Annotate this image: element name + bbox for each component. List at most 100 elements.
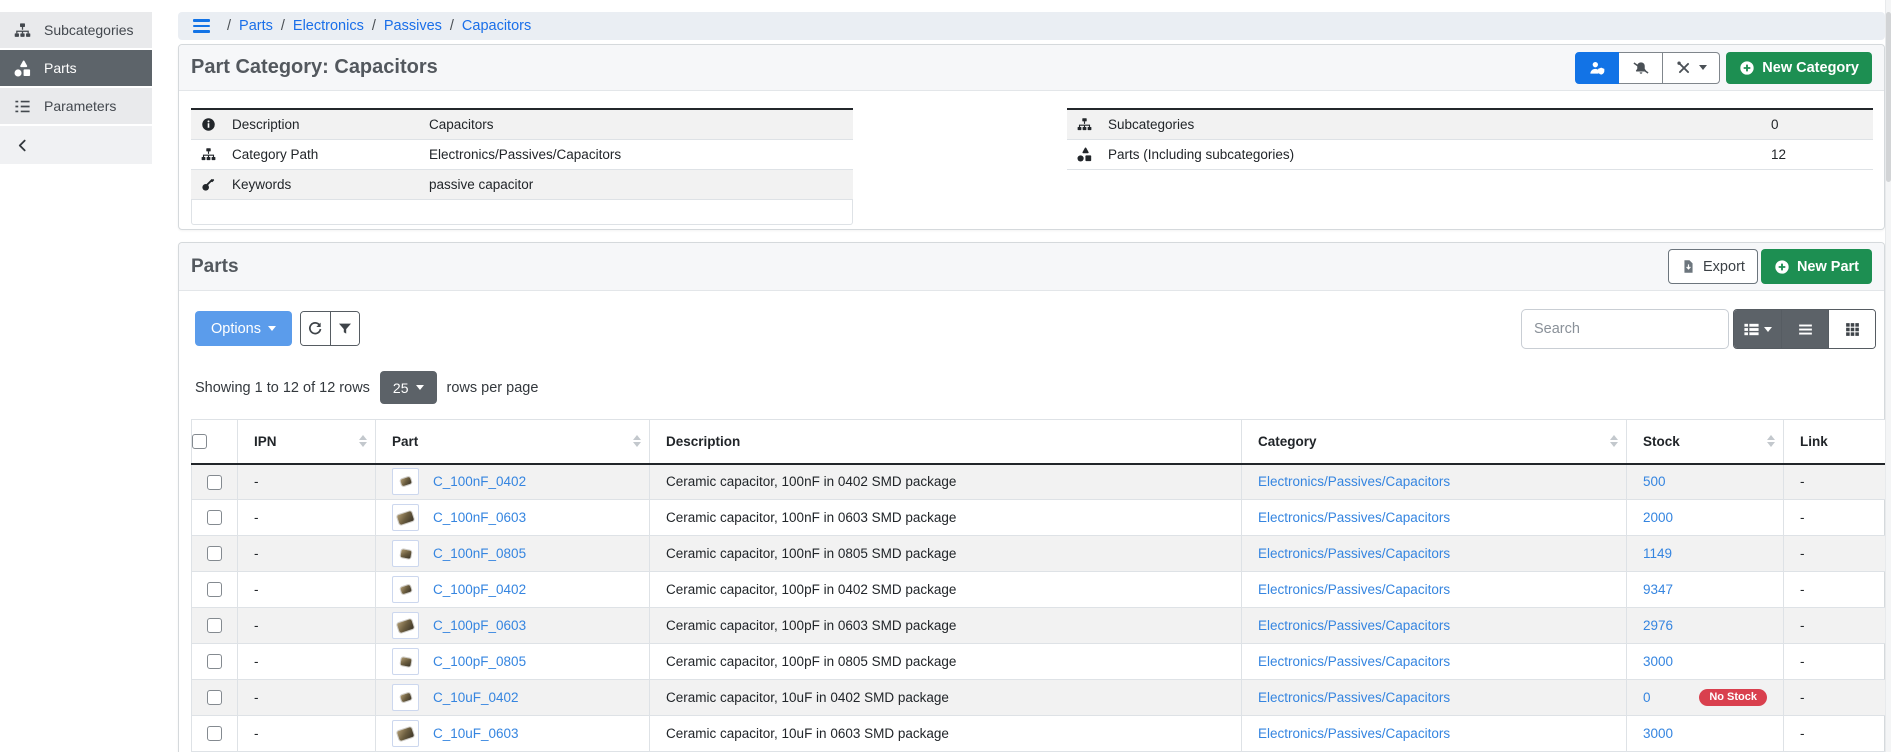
user-shield-icon <box>1589 60 1605 76</box>
shapes-icon <box>1077 147 1095 162</box>
stock-link[interactable]: 500 <box>1643 474 1666 489</box>
parts-table: IPN Part Description Category <box>191 419 1887 752</box>
category-link[interactable]: Electronics/Passives/Capacitors <box>1258 618 1450 633</box>
part-thumbnail <box>392 648 419 675</box>
breadcrumb-separator: / <box>281 18 285 34</box>
pagination-summary: Showing 1 to 12 of 12 rows <box>195 380 370 396</box>
part-cell: C_100pF_0805 <box>376 644 650 680</box>
list-icon <box>1797 321 1814 338</box>
page-title: Part Category: Capacitors <box>191 56 438 79</box>
breadcrumb-link-passives[interactable]: Passives <box>384 18 442 34</box>
page-size-dropdown[interactable]: 25 <box>380 371 437 404</box>
column-header-link[interactable]: Link <box>1784 420 1887 464</box>
ipn-cell: - <box>238 680 376 716</box>
category-link[interactable]: Electronics/Passives/Capacitors <box>1258 510 1450 525</box>
sidebar-collapse-button[interactable] <box>0 126 152 164</box>
row-checkbox[interactable] <box>207 510 222 525</box>
category-cell: Electronics/Passives/Capacitors <box>1242 536 1627 572</box>
options-dropdown-button[interactable]: Options <box>195 311 292 346</box>
column-header-stock[interactable]: Stock <box>1627 420 1784 464</box>
part-link[interactable]: C_100pF_0603 <box>433 618 526 633</box>
row-checkbox[interactable] <box>207 690 222 705</box>
table-row: - C_100nF_0805 Ceramic capacitor, 100nF … <box>192 536 1887 572</box>
detail-row-description: Description Capacitors <box>191 110 853 140</box>
select-all-header <box>192 420 238 464</box>
table-row: - C_100nF_0402 Ceramic capacitor, 100nF … <box>192 464 1887 500</box>
category-link[interactable]: Electronics/Passives/Capacitors <box>1258 726 1450 741</box>
row-checkbox[interactable] <box>207 582 222 597</box>
detail-row-subcategories: Subcategories 0 <box>1067 110 1873 140</box>
detail-row-empty <box>191 200 853 225</box>
unsubscribe-button[interactable] <box>1619 52 1663 84</box>
shapes-icon <box>14 60 31 77</box>
column-header-category[interactable]: Category <box>1242 420 1627 464</box>
admin-view-button[interactable] <box>1575 52 1619 84</box>
breadcrumb-link-parts[interactable]: Parts <box>239 18 273 34</box>
link-cell: - <box>1784 464 1887 500</box>
grid-view-button[interactable] <box>1828 310 1875 348</box>
breadcrumb-link-electronics[interactable]: Electronics <box>293 18 364 34</box>
new-category-button[interactable]: New Category <box>1726 52 1872 84</box>
sidebar-item-parameters[interactable]: Parameters <box>0 88 152 124</box>
part-link[interactable]: C_100nF_0603 <box>433 510 526 525</box>
refresh-filter-group <box>300 311 360 346</box>
part-thumbnail <box>392 684 419 711</box>
sort-icon <box>359 435 367 447</box>
stock-link[interactable]: 1149 <box>1643 546 1672 561</box>
info-circle-icon <box>201 117 219 132</box>
row-checkbox[interactable] <box>207 475 222 490</box>
select-all-checkbox[interactable] <box>192 434 207 449</box>
part-link[interactable]: C_100nF_0805 <box>433 546 526 561</box>
part-link[interactable]: C_100pF_0805 <box>433 654 526 669</box>
scrollbar[interactable] <box>1885 0 1891 752</box>
row-checkbox[interactable] <box>207 654 222 669</box>
part-thumbnail <box>392 576 419 603</box>
ipn-cell: - <box>238 536 376 572</box>
sidebar-item-label: Subcategories <box>44 22 134 38</box>
stock-link[interactable]: 3000 <box>1643 654 1673 669</box>
row-checkbox[interactable] <box>207 546 222 561</box>
column-header-description[interactable]: Description <box>650 420 1242 464</box>
category-link[interactable]: Electronics/Passives/Capacitors <box>1258 546 1450 561</box>
stock-link[interactable]: 3000 <box>1643 726 1673 741</box>
column-header-part[interactable]: Part <box>376 420 650 464</box>
ipn-cell: - <box>238 464 376 500</box>
stock-link[interactable]: 2976 <box>1643 618 1673 633</box>
part-cell: C_10uF_0402 <box>376 680 650 716</box>
new-part-button[interactable]: New Part <box>1761 249 1872 284</box>
category-link[interactable]: Electronics/Passives/Capacitors <box>1258 474 1450 489</box>
column-header-ipn[interactable]: IPN <box>238 420 376 464</box>
filter-button[interactable] <box>330 312 359 345</box>
sidebar-item-parts[interactable]: Parts <box>0 50 152 86</box>
description-cell: Ceramic capacitor, 100pF in 0805 SMD pac… <box>650 644 1242 680</box>
sidebar-item-subcategories[interactable]: Subcategories <box>0 12 152 48</box>
filter-icon <box>337 321 353 337</box>
columns-dropdown-button[interactable] <box>1734 310 1781 348</box>
part-link[interactable]: C_10uF_0402 <box>433 690 519 705</box>
category-link[interactable]: Electronics/Passives/Capacitors <box>1258 654 1450 669</box>
breadcrumb-link-capacitors[interactable]: Capacitors <box>462 18 531 34</box>
category-link[interactable]: Electronics/Passives/Capacitors <box>1258 582 1450 597</box>
ipn-cell: - <box>238 500 376 536</box>
refresh-button[interactable] <box>301 312 330 345</box>
row-checkbox[interactable] <box>207 618 222 633</box>
parts-titlebar: Parts Export New Part <box>179 243 1884 291</box>
part-link[interactable]: C_10uF_0603 <box>433 726 519 741</box>
scrollbar-thumb[interactable] <box>1886 12 1891 182</box>
table-row: - C_100nF_0603 Ceramic capacitor, 100nF … <box>192 500 1887 536</box>
menu-icon[interactable] <box>193 19 210 33</box>
stock-link[interactable]: 2000 <box>1643 510 1673 525</box>
stock-link[interactable]: 0 <box>1643 690 1651 705</box>
part-thumbnail <box>392 540 419 567</box>
row-checkbox[interactable] <box>207 726 222 741</box>
export-button[interactable]: Export <box>1668 249 1758 284</box>
part-link[interactable]: C_100pF_0402 <box>433 582 526 597</box>
category-link[interactable]: Electronics/Passives/Capacitors <box>1258 690 1450 705</box>
category-tools-dropdown[interactable] <box>1663 52 1720 84</box>
plus-circle-icon <box>1774 259 1790 275</box>
part-link[interactable]: C_100nF_0402 <box>433 474 526 489</box>
search-input[interactable] <box>1521 309 1729 349</box>
stock-link[interactable]: 9347 <box>1643 582 1673 597</box>
list-view-button[interactable] <box>1781 310 1828 348</box>
table-row: - C_100pF_0402 Ceramic capacitor, 100pF … <box>192 572 1887 608</box>
